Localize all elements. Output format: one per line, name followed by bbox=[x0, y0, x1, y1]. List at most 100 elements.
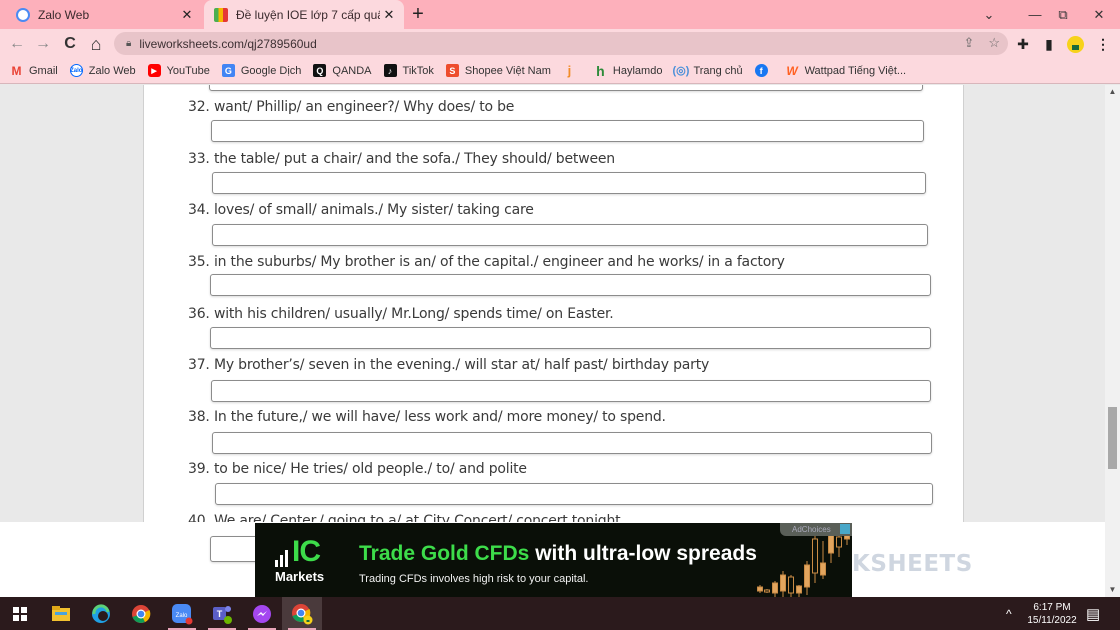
qanda-icon: Q bbox=[313, 64, 327, 77]
start-button[interactable] bbox=[0, 597, 40, 630]
worksheet-page: 32. want/ Phillip/ an engineer?/ Why doe… bbox=[143, 85, 964, 529]
question-32: 32. want/ Phillip/ an engineer?/ Why doe… bbox=[188, 99, 515, 115]
notification-center-icon[interactable]: ▤ bbox=[1086, 597, 1100, 630]
svg-text:Zalo: Zalo bbox=[176, 613, 188, 619]
tab-title: Zalo Web bbox=[38, 7, 90, 22]
zalo-icon: Zalo bbox=[172, 603, 193, 624]
side-panel-icon[interactable]: ▮ bbox=[1038, 33, 1060, 55]
liveworksheets-logo: KSHEETS bbox=[852, 551, 973, 577]
teams-icon: T bbox=[213, 605, 232, 624]
edge-icon bbox=[92, 603, 110, 623]
zalo-icon: Zalo bbox=[69, 64, 83, 77]
taskbar-chrome[interactable] bbox=[121, 597, 161, 630]
answer-input-38[interactable] bbox=[212, 432, 932, 454]
close-tab-icon[interactable]: ✕ bbox=[380, 7, 398, 23]
bookmark-star-icon[interactable]: ☆ bbox=[988, 35, 1000, 51]
bookmark-youtube[interactable]: ▶ YouTube bbox=[147, 64, 210, 77]
reload-button[interactable]: C bbox=[59, 33, 81, 55]
google-translate-icon: G bbox=[221, 64, 235, 77]
haylamdo-icon: h bbox=[596, 62, 605, 79]
bookmark-gmail[interactable]: M Gmail bbox=[10, 63, 58, 78]
system-clock[interactable]: 6:17 PM 15/11/2022 bbox=[1026, 597, 1078, 630]
bookmark-haylamdo[interactable]: h Haylamdo bbox=[594, 62, 662, 79]
answer-input-40[interactable] bbox=[210, 536, 260, 562]
new-tab-button[interactable]: + bbox=[408, 4, 428, 24]
candle-body bbox=[812, 538, 818, 574]
answer-input-35[interactable] bbox=[210, 274, 931, 296]
bookmark-google-dich[interactable]: G Google Dịch bbox=[221, 64, 301, 77]
candle-body bbox=[796, 585, 802, 594]
answer-input-32[interactable] bbox=[211, 120, 924, 142]
bookmark-j[interactable]: j bbox=[563, 63, 582, 78]
close-window-button[interactable]: ✕ bbox=[1082, 0, 1116, 29]
tab-search-button[interactable]: ⌄ bbox=[972, 0, 1006, 29]
taskbar-teams[interactable]: T bbox=[202, 597, 242, 630]
taskbar-file-explorer[interactable] bbox=[41, 597, 81, 630]
tab-worksheet[interactable]: Đề luyện IOE lớp 7 cấp quận wor ✕ bbox=[204, 0, 404, 29]
answer-input-36[interactable] bbox=[210, 327, 931, 349]
gmail-icon: M bbox=[11, 63, 22, 78]
profile-avatar[interactable] bbox=[1064, 33, 1086, 55]
answer-input-34[interactable] bbox=[212, 224, 928, 246]
close-tab-icon[interactable]: ✕ bbox=[178, 7, 196, 23]
wattpad-icon: W bbox=[786, 63, 798, 78]
scroll-down-arrow[interactable]: ▼ bbox=[1105, 583, 1120, 597]
browser-menu-icon[interactable]: ⋮ bbox=[1092, 33, 1114, 55]
messenger-icon bbox=[253, 604, 271, 623]
adchoices-icon bbox=[840, 524, 850, 534]
windows-taskbar: Zalo T ^ 6:17 PM 15/11/2022 ▤ bbox=[0, 597, 1120, 630]
lock-icon: 🔒︎ bbox=[126, 38, 132, 49]
back-button[interactable]: ← bbox=[6, 33, 28, 55]
facebook-icon: f bbox=[754, 64, 768, 77]
youtube-icon: ▶ bbox=[147, 64, 161, 77]
forward-button[interactable]: → bbox=[32, 33, 54, 55]
question-35: 35. in the suburbs/ My brother is an/ of… bbox=[188, 254, 785, 270]
candle-body bbox=[772, 582, 778, 594]
bookmark-facebook[interactable]: f bbox=[754, 64, 774, 77]
bookmark-trang-chu[interactable]: (◎) Trang chủ bbox=[672, 64, 742, 78]
scroll-up-arrow[interactable]: ▲ bbox=[1105, 85, 1120, 99]
tiktok-icon: ♪ bbox=[383, 64, 397, 77]
restore-button[interactable]: ⧉ bbox=[1046, 0, 1080, 29]
bars-icon bbox=[275, 549, 290, 567]
answer-input-31[interactable] bbox=[209, 85, 923, 91]
taskbar-zalo[interactable]: Zalo bbox=[162, 597, 202, 630]
extensions-puzzle-icon[interactable]: ✚ bbox=[1012, 33, 1034, 55]
bookmark-qanda[interactable]: Q QANDA bbox=[313, 64, 372, 77]
page-viewport: 32. want/ Phillip/ an engineer?/ Why doe… bbox=[0, 85, 1105, 597]
taskbar-messenger[interactable] bbox=[242, 597, 282, 630]
browser-toolbar: ← → C ⌂ 🔒︎ liveworksheets.com/qj2789560u… bbox=[0, 29, 1120, 58]
bookmark-zalo-web[interactable]: Zalo Zalo Web bbox=[69, 64, 136, 77]
j-icon: j bbox=[567, 63, 572, 78]
bookmark-tiktok[interactable]: ♪ TikTok bbox=[383, 64, 434, 77]
answer-input-39[interactable] bbox=[215, 483, 933, 505]
answer-input-33[interactable] bbox=[212, 172, 926, 194]
bookmark-shopee[interactable]: S Shopee Việt Nam bbox=[445, 64, 551, 77]
url-text: liveworksheets.com/qj2789560ud bbox=[139, 36, 317, 51]
adchoices-button[interactable]: AdChoices bbox=[780, 523, 852, 536]
page-scrollbar[interactable]: ▲ ▼ bbox=[1105, 85, 1120, 597]
tray-chevron[interactable]: ^ bbox=[1006, 597, 1012, 630]
tab-title: Đề luyện IOE lớp 7 cấp quận wor bbox=[236, 7, 380, 22]
question-37: 37. My brother’s/ seven in the evening./… bbox=[188, 357, 710, 373]
scrollbar-thumb[interactable] bbox=[1108, 407, 1117, 469]
bookmark-wattpad[interactable]: W Wattpad Tiếng Việt... bbox=[786, 63, 906, 78]
liveworksheets-icon bbox=[214, 7, 228, 22]
ic-markets-logo: IC Markets bbox=[275, 535, 325, 584]
svg-text:T: T bbox=[217, 609, 223, 619]
bookmarks-bar: M Gmail Zalo Zalo Web ▶ YouTube G Google Dịc… bbox=[0, 58, 1120, 84]
ad-banner[interactable]: IC Markets Trade Gold CFDs with ultra-lo… bbox=[255, 523, 852, 597]
candle-body bbox=[780, 574, 786, 592]
share-icon[interactable]: ⇪ bbox=[963, 35, 974, 51]
taskbar-chrome-profile[interactable] bbox=[282, 597, 322, 630]
tab-zalo-web[interactable]: Zalo Web ✕ bbox=[6, 0, 202, 29]
candle-body bbox=[836, 536, 842, 548]
taskbar-edge[interactable] bbox=[81, 597, 121, 630]
trang-chu-icon: (◎) bbox=[672, 65, 690, 77]
chrome-icon bbox=[132, 604, 151, 623]
address-bar[interactable]: 🔒︎ liveworksheets.com/qj2789560ud ⇪ ☆ bbox=[114, 32, 1008, 55]
question-33: 33. the table/ put a chair/ and the sofa… bbox=[188, 151, 615, 167]
home-button[interactable]: ⌂ bbox=[85, 33, 107, 55]
answer-input-37[interactable] bbox=[211, 380, 931, 402]
question-39: 39. to be nice/ He tries/ old people./ t… bbox=[188, 461, 527, 477]
